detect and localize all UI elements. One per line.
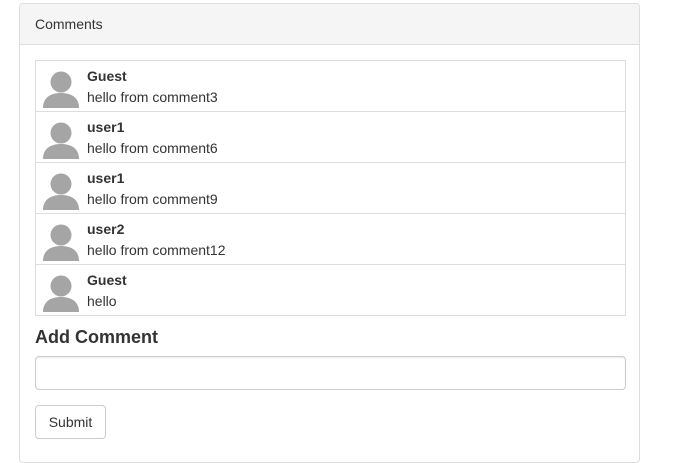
list-item: user1 hello from comment9 [36, 162, 625, 213]
list-item: Guest hello [36, 264, 625, 315]
comment-author: user1 [87, 119, 125, 135]
user-avatar-icon [43, 224, 79, 261]
comment-list: Guest hello from comment3 user1 hello fr… [35, 60, 626, 316]
list-item: user1 hello from comment6 [36, 111, 625, 162]
user-avatar-icon [43, 122, 79, 159]
user-avatar-icon [43, 71, 79, 108]
comment-text: hello from comment9 [87, 191, 218, 207]
comment-input[interactable] [35, 356, 626, 390]
comment-text: hello from comment3 [87, 89, 218, 105]
comment-author: Guest [87, 272, 127, 288]
comment-author: user2 [87, 221, 125, 237]
user-avatar-icon [43, 275, 79, 312]
list-item: Guest hello from comment3 [36, 61, 625, 111]
comment-author: Guest [87, 68, 127, 84]
comments-panel: Comments Guest hello from comment3 user1… [19, 3, 640, 463]
panel-heading: Comments [20, 4, 639, 45]
user-avatar-icon [43, 173, 79, 210]
list-item: user2 hello from comment12 [36, 213, 625, 264]
comment-text: hello from comment12 [87, 242, 226, 258]
submit-button[interactable]: Submit [35, 405, 106, 439]
add-comment-title: Add Comment [35, 327, 158, 347]
comment-author: user1 [87, 170, 125, 186]
comment-text: hello from comment6 [87, 140, 218, 156]
comment-text: hello [87, 293, 117, 309]
